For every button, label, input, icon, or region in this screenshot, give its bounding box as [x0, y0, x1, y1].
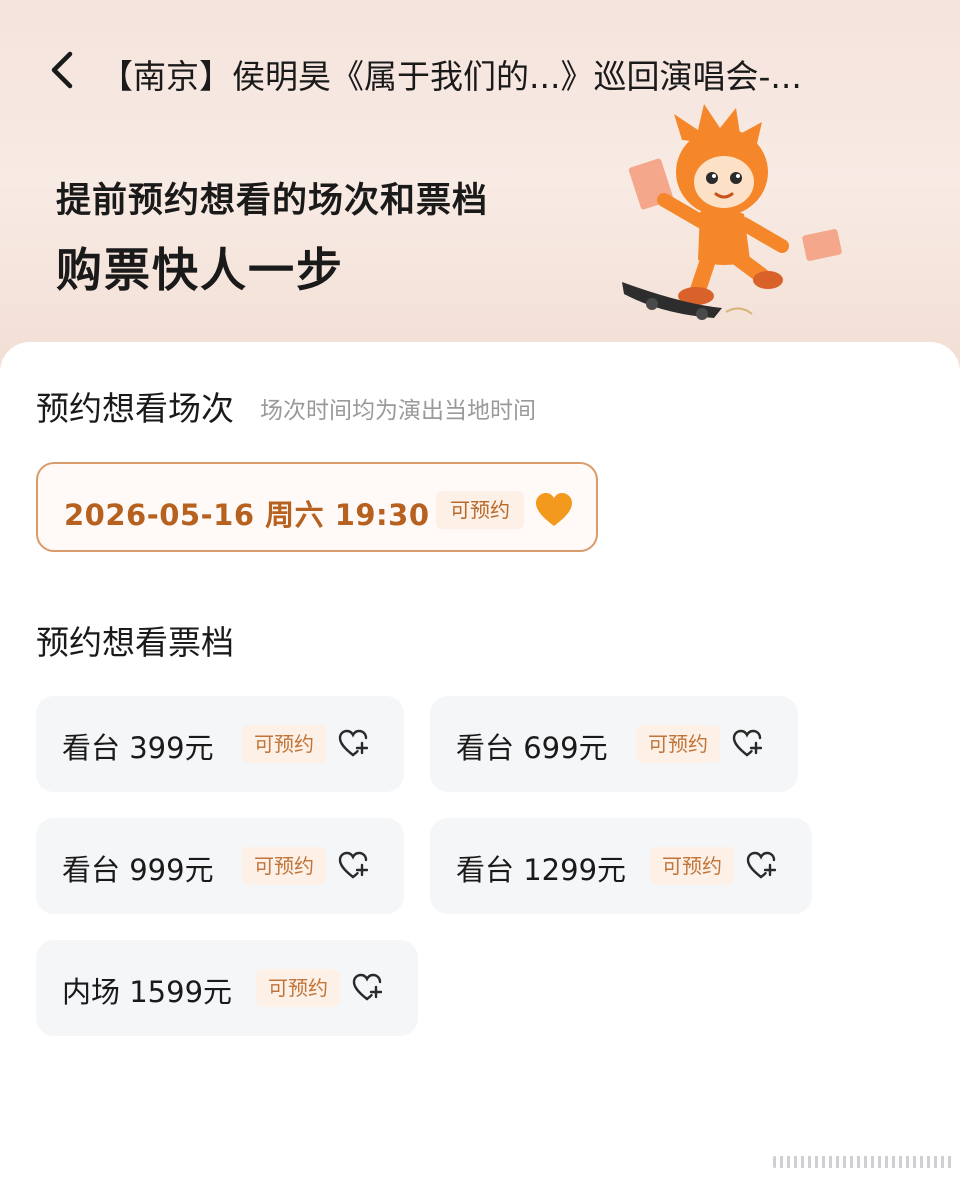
nav-header: 【南京】侯明昊《属于我们的...》巡回演唱会-... — [0, 36, 960, 106]
back-button[interactable] — [38, 46, 86, 94]
heart-plus-icon — [746, 851, 776, 879]
ticket-option-1[interactable]: 看台 699元 可预约 — [430, 696, 798, 792]
ticket-label: 看台 699元 — [456, 731, 608, 765]
heart-filled-icon — [536, 493, 572, 526]
mascot-illustration — [622, 104, 842, 320]
status-badge: 可预约 — [436, 491, 524, 529]
ticket-option-0[interactable]: 看台 399元 可预约 — [36, 696, 404, 792]
hero-banner: 【南京】侯明昊《属于我们的...》巡回演唱会-... 提前预约想看的场次和票档 … — [0, 0, 960, 400]
heart-plus-icon — [338, 851, 368, 879]
status-badge: 可预约 — [636, 725, 720, 763]
hero-headline: 提前预约想看的场次和票档 — [56, 181, 489, 221]
chevron-left-icon — [51, 51, 73, 89]
watermark-strip — [773, 1156, 953, 1168]
ticket-section-title: 预约想看票档 — [36, 623, 234, 662]
ticket-label: 看台 1299元 — [456, 853, 627, 887]
heart-plus-icon — [732, 729, 762, 757]
ticket-label: 内场 1599元 — [62, 975, 233, 1009]
hero-subheadline: 购票快人一步 — [56, 243, 344, 297]
ticket-option-2[interactable]: 看台 999元 可预约 — [36, 818, 404, 914]
session-option-0[interactable]: 2026-05-16 周六 19:30 可预约 — [36, 462, 598, 552]
session-section-note: 场次时间均为演出当地时间 — [260, 398, 536, 424]
heart-plus-icon — [352, 973, 382, 1001]
status-badge: 可预约 — [256, 969, 340, 1007]
heart-plus-icon — [338, 729, 368, 757]
ticket-label: 看台 399元 — [62, 731, 214, 765]
ticket-label: 看台 999元 — [62, 853, 214, 887]
ticket-option-3[interactable]: 看台 1299元 可预约 — [430, 818, 812, 914]
page-title: 【南京】侯明昊《属于我们的...》巡回演唱会-... — [100, 57, 802, 96]
status-badge: 可预约 — [242, 847, 326, 885]
ticket-option-4[interactable]: 内场 1599元 可预约 — [36, 940, 418, 1036]
session-section-title: 预约想看场次 — [36, 389, 234, 428]
session-date: 2026-05-16 周六 19:30 — [64, 498, 430, 532]
status-badge: 可预约 — [650, 847, 734, 885]
status-badge: 可预约 — [242, 725, 326, 763]
